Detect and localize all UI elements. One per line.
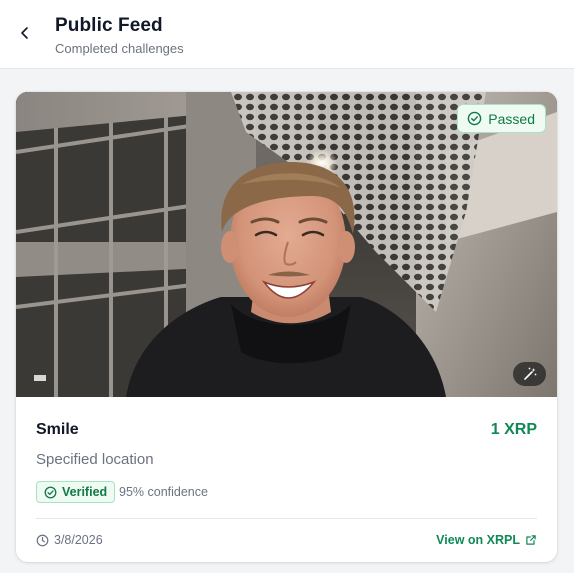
magic-wand-icon <box>523 367 536 380</box>
enhance-button[interactable] <box>513 362 546 386</box>
check-circle-icon <box>468 111 482 126</box>
verified-badge: Verified <box>36 481 116 503</box>
reward-amount: 1 XRP <box>490 421 537 438</box>
challenge-location: Specified location <box>36 451 154 468</box>
app-header: Public Feed Completed challenges <box>0 0 574 69</box>
post-date: 3/8/2026 <box>36 533 103 547</box>
feed-post-card[interactable]: Passed Smile 1 XRP Specified location Ve… <box>16 92 557 562</box>
status-badge-label: Passed <box>488 110 535 127</box>
back-button[interactable] <box>14 22 36 44</box>
page-subtitle: Completed challenges <box>55 41 184 56</box>
external-link-icon <box>526 535 536 545</box>
challenge-title: Smile <box>36 421 79 438</box>
chevron-left-icon <box>21 27 28 39</box>
clock-icon <box>36 534 49 546</box>
status-badge: Passed <box>457 104 546 133</box>
view-on-xrpl-label: View on XRPL <box>436 533 520 547</box>
challenge-photo: Passed <box>16 92 557 397</box>
verified-label: Verified <box>62 485 108 499</box>
view-on-xrpl-link[interactable]: View on XRPL <box>436 533 537 547</box>
post-date-label: 3/8/2026 <box>54 533 103 547</box>
page-title: Public Feed <box>55 15 163 36</box>
divider <box>36 518 537 519</box>
confidence-text: 95% confidence <box>119 485 208 499</box>
check-circle-icon <box>44 486 57 498</box>
